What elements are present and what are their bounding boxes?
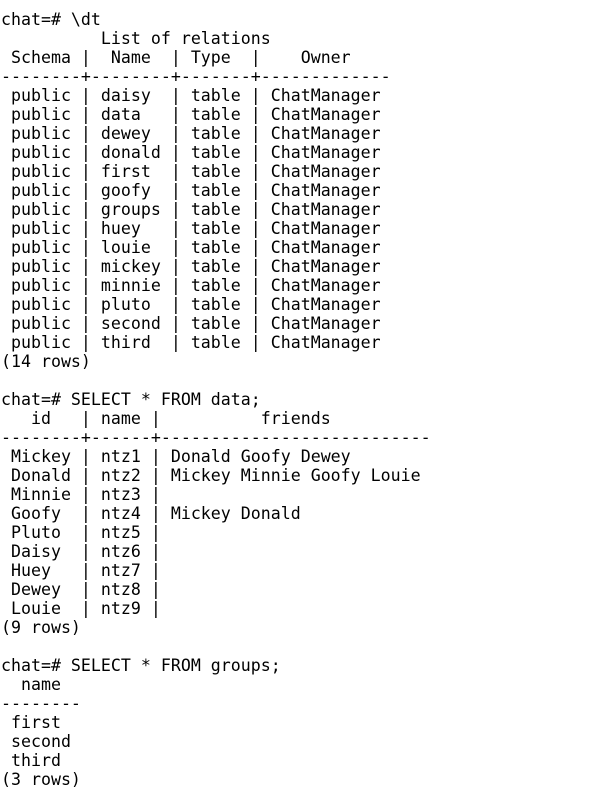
groups-table-row: first — [1, 713, 61, 732]
data-table-header: id | name | friends — [1, 409, 331, 428]
data-table-row: Huey | ntz7 | — [1, 561, 161, 580]
data-table-row: Mickey | ntz1 | Donald Goofy Dewey — [1, 447, 351, 466]
data-table-row: Donald | ntz2 | Mickey Minnie Goofy Loui… — [1, 466, 421, 485]
data-table-row: Goofy | ntz4 | Mickey Donald — [1, 504, 301, 523]
groups-table-header: name — [1, 675, 61, 694]
relations-table-row: public | mickey | table | ChatManager — [1, 257, 381, 276]
data-table-row: Daisy | ntz6 | — [1, 542, 161, 561]
relations-table-row: public | louie | table | ChatManager — [1, 238, 381, 257]
data-table-separator: --------+------+------------------------… — [1, 428, 431, 447]
relations-table-row: public | third | table | ChatManager — [1, 333, 381, 352]
groups-table-row: third — [1, 751, 61, 770]
relations-table-separator: --------+--------+-------+------------- — [1, 67, 391, 86]
relations-table-row: public | donald | table | ChatManager — [1, 143, 381, 162]
prompt-dt-command: chat=# \dt — [1, 10, 101, 29]
relations-table-row: public | minnie | table | ChatManager — [1, 276, 381, 295]
groups-table-row: second — [1, 732, 71, 751]
relations-table-header: Schema | Name | Type | Owner — [1, 48, 351, 67]
relations-table-row: public | first | table | ChatManager — [1, 162, 381, 181]
groups-row-count: (3 rows) — [1, 770, 81, 789]
data-row-count: (9 rows) — [1, 618, 81, 637]
relations-row-count: (14 rows) — [1, 352, 91, 371]
data-table-row: Pluto | ntz5 | — [1, 523, 161, 542]
prompt-select-data-command: chat=# SELECT * FROM data; — [1, 390, 261, 409]
relations-table-row: public | daisy | table | ChatManager — [1, 86, 381, 105]
relations-table-title: List of relations — [1, 29, 271, 48]
data-table-row: Louie | ntz9 | — [1, 599, 161, 618]
data-table-row: Minnie | ntz3 | — [1, 485, 161, 504]
groups-table-separator: -------- — [1, 694, 81, 713]
relations-table-row: public | huey | table | ChatManager — [1, 219, 381, 238]
terminal-output[interactable]: chat=# \dt List of relations Schema | Na… — [0, 0, 601, 799]
prompt-select-groups-command: chat=# SELECT * FROM groups; — [1, 656, 281, 675]
relations-table-row: public | pluto | table | ChatManager — [1, 295, 381, 314]
relations-table-row: public | dewey | table | ChatManager — [1, 124, 381, 143]
relations-table-row: public | goofy | table | ChatManager — [1, 181, 381, 200]
data-table-row: Dewey | ntz8 | — [1, 580, 161, 599]
relations-table-row: public | groups | table | ChatManager — [1, 200, 381, 219]
relations-table-row: public | second | table | ChatManager — [1, 314, 381, 333]
relations-table-row: public | data | table | ChatManager — [1, 105, 381, 124]
